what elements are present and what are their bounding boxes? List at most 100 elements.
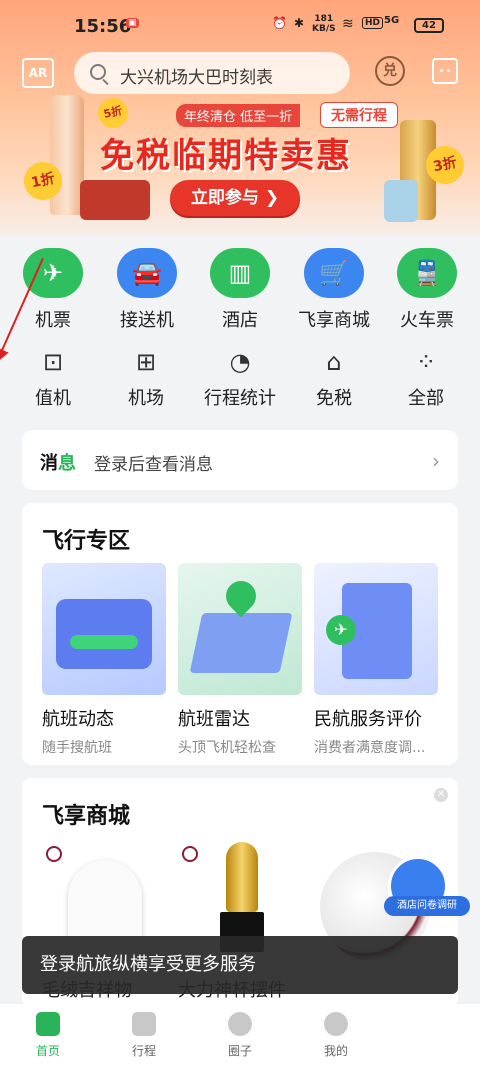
card-subtitle: 头顶飞机轻松查 bbox=[178, 740, 276, 756]
perfume-bottle-image bbox=[50, 95, 84, 215]
section-title: 飞行专区 bbox=[42, 529, 131, 554]
redeem-button[interactable]: 兑 bbox=[375, 56, 405, 86]
bottom-tab-bar: 首页 行程 圈子 我的 bbox=[0, 1004, 480, 1072]
service-checkin[interactable]: ⊡ 值机 bbox=[5, 346, 101, 410]
search-icon bbox=[90, 64, 106, 80]
status-bar: 15:56 ▣ ⏰ ✱ 181 KB/S ≋ HD 5G 42 bbox=[0, 0, 480, 44]
banner-pagination bbox=[430, 226, 452, 236]
tab-community[interactable]: 圈子 bbox=[200, 1012, 280, 1059]
checkin-icon: ⊡ bbox=[42, 348, 64, 376]
card-title: 航班雷达 bbox=[178, 709, 250, 730]
speed-unit: KB/S bbox=[312, 24, 336, 34]
tab-label: 圈子 bbox=[227, 1044, 252, 1058]
alarm-icon: ⏰ bbox=[272, 16, 287, 30]
tab-home[interactable]: 首页 bbox=[8, 1012, 88, 1059]
flight-status-image bbox=[42, 563, 166, 695]
notification-icon: ▣ bbox=[126, 18, 139, 28]
tab-label: 我的 bbox=[323, 1044, 348, 1058]
service-all[interactable]: ⁘ 全部 bbox=[378, 346, 474, 410]
brand-logo-icon bbox=[46, 846, 62, 862]
wallet-illustration bbox=[56, 599, 152, 669]
service-train-tickets[interactable]: 🚆 火车票 bbox=[380, 248, 474, 332]
cosmetic-bottle-image bbox=[384, 180, 418, 222]
speed-value: 181 bbox=[314, 14, 334, 24]
service-flight-tickets[interactable]: ✈ 机票 bbox=[6, 248, 100, 332]
hotel-icon: ▥ bbox=[210, 248, 270, 298]
promo-banner[interactable]: 1折 5折 3折 年终清仓 低至一折 无需行程 免税临期特卖惠 立即参与 ❯ 1… bbox=[0, 0, 480, 236]
ar-scan-button[interactable]: AR bbox=[22, 58, 54, 88]
cosmetic-jar-image bbox=[80, 180, 150, 220]
airplane-icon: ✈ bbox=[23, 248, 83, 298]
airplane-badge-icon: ✈ bbox=[326, 615, 356, 645]
green-strip bbox=[70, 635, 138, 649]
service-label: 免税 bbox=[316, 388, 352, 409]
service-label: 火车票 bbox=[400, 310, 454, 331]
map-illustration bbox=[189, 613, 293, 673]
wifi-icon: ≋ bbox=[342, 16, 354, 32]
location-pin-icon bbox=[219, 574, 263, 618]
cart-icon: 🛒 bbox=[304, 248, 364, 298]
service-label: 全部 bbox=[408, 388, 444, 409]
banner-title: 免税临期特卖惠 bbox=[100, 136, 352, 176]
grid-icon: ⁘ bbox=[415, 348, 437, 376]
flight-status-card[interactable]: 航班动态 随手搜航班 bbox=[42, 563, 166, 757]
suitcase-icon bbox=[132, 1012, 156, 1036]
discount-badge-small: 5折 bbox=[95, 95, 131, 131]
service-evaluation-card[interactable]: ✈ 民航服务评价 消费者满意度调... bbox=[314, 563, 438, 757]
banner-tag-clearance: 年终清仓 低至一折 bbox=[176, 104, 301, 127]
tab-profile[interactable]: 我的 bbox=[296, 1012, 376, 1059]
service-label: 酒店 bbox=[222, 310, 258, 331]
dutyfree-shop-icon: ⌂ bbox=[326, 348, 342, 376]
banner-tag-no-trip: 无需行程 bbox=[320, 102, 398, 128]
bluetooth-icon: ✱ bbox=[294, 16, 305, 30]
flight-radar-image bbox=[178, 563, 302, 695]
flight-zone-section: 飞行专区 航班动态 随手搜航班 航班雷达 头顶飞机轻松查 ✈ 民航服务评价 消费… bbox=[22, 503, 458, 765]
card-subtitle: 随手搜航班 bbox=[42, 740, 112, 756]
chat-bubble-icon bbox=[228, 1012, 252, 1036]
service-label: 接送机 bbox=[120, 310, 174, 331]
flight-radar-card[interactable]: 航班雷达 头顶飞机轻松查 bbox=[178, 563, 302, 757]
service-trip-stats[interactable]: ◔ 行程统计 bbox=[192, 346, 288, 410]
login-toast: 登录航旅纵横享受更多服务 bbox=[22, 936, 458, 994]
banner-cta-label: 立即参与 bbox=[190, 188, 259, 208]
search-placeholder: 大兴机场大巴时刻表 bbox=[120, 68, 273, 88]
banner-cta-button[interactable]: 立即参与 ❯ bbox=[170, 180, 300, 216]
services-section: ✈ 机票 🚘 接送机 ▥ 酒店 🛒 飞享商城 🚆 火车票 ⊡ 值机 ⊞ 机场 ◔… bbox=[0, 236, 480, 416]
tab-label: 首页 bbox=[35, 1044, 60, 1058]
service-airport[interactable]: ⊞ 机场 bbox=[98, 346, 194, 410]
service-airport-transfer[interactable]: 🚘 接送机 bbox=[100, 248, 194, 332]
service-evaluation-image: ✈ bbox=[314, 563, 438, 695]
battery-icon: 42 bbox=[414, 18, 444, 33]
card-subtitle: 消费者满意度调... bbox=[314, 740, 426, 756]
status-time: 15:56 bbox=[74, 16, 132, 37]
mobile-network: 5G bbox=[384, 15, 400, 26]
service-label: 机场 bbox=[128, 388, 164, 409]
notice-text: 登录后查看消息 bbox=[94, 455, 213, 475]
trophy-image bbox=[226, 842, 258, 912]
notice-label-part: 消 bbox=[40, 453, 58, 474]
card-title: 民航服务评价 bbox=[314, 709, 422, 730]
train-icon: 🚆 bbox=[397, 248, 457, 298]
car-icon: 🚘 bbox=[117, 248, 177, 298]
search-bar[interactable]: 大兴机场大巴时刻表 bbox=[74, 52, 350, 94]
profile-icon bbox=[324, 1012, 348, 1036]
pie-chart-icon: ◔ bbox=[229, 348, 251, 376]
notice-label: 消息 bbox=[40, 449, 76, 475]
card-title: 航班动态 bbox=[42, 709, 114, 730]
hd-badge: HD bbox=[362, 17, 384, 29]
message-notice-bar[interactable]: 消息 登录后查看消息 › bbox=[22, 430, 458, 490]
message-icon[interactable] bbox=[432, 58, 458, 84]
service-label: 值机 bbox=[35, 388, 71, 409]
airport-icon: ⊞ bbox=[135, 348, 157, 376]
notice-label-accent: 息 bbox=[58, 453, 76, 474]
service-mall[interactable]: 🛒 飞享商城 bbox=[287, 248, 381, 332]
tab-itinerary[interactable]: 行程 bbox=[104, 1012, 184, 1059]
brand-logo-icon bbox=[182, 846, 198, 862]
chevron-right-icon: › bbox=[432, 449, 440, 473]
section-title: 飞享商城 bbox=[42, 804, 131, 829]
service-hotel[interactable]: ▥ 酒店 bbox=[193, 248, 287, 332]
close-icon[interactable]: ✕ bbox=[434, 788, 448, 802]
service-duty-free[interactable]: ⌂ 免税 bbox=[286, 346, 382, 410]
hotel-survey-float-button[interactable]: 酒店问卷调研 bbox=[384, 856, 474, 918]
service-label: 行程统计 bbox=[204, 388, 276, 409]
